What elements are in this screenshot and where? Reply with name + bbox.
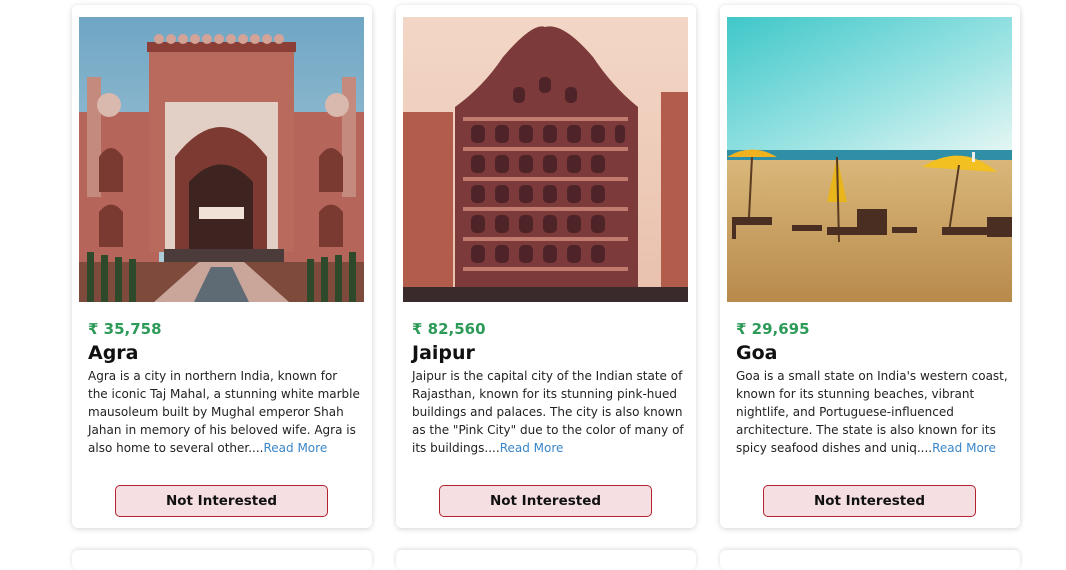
destination-description: Goa is a small state on India's western … — [736, 367, 1008, 457]
destination-description: Agra is a city in northern India, known … — [88, 367, 360, 457]
next-row-card — [396, 550, 696, 570]
read-more-link[interactable]: Read More — [263, 441, 327, 455]
next-row-card — [720, 550, 1020, 570]
read-more-link[interactable]: Read More — [932, 441, 996, 455]
goa-beach-photo — [727, 17, 1012, 302]
agra-photo — [79, 17, 364, 302]
price-label: ₹ 29,695 — [736, 320, 810, 338]
jaipur-palace-photo — [403, 17, 688, 302]
destination-description: Jaipur is the capital city of the Indian… — [412, 367, 684, 457]
not-interested-button[interactable]: Not Interested — [439, 485, 652, 517]
jaipur-photo — [403, 17, 688, 302]
destination-card-agra: ₹ 35,758 Agra Agra is a city in northern… — [72, 5, 372, 528]
destination-card-jaipur: ₹ 82,560 Jaipur Jaipur is the capital ci… — [396, 5, 696, 528]
goa-photo — [727, 17, 1012, 302]
not-interested-button[interactable]: Not Interested — [763, 485, 976, 517]
agra-monument-photo — [79, 17, 364, 302]
destination-name: Agra — [88, 342, 139, 364]
next-row-card — [72, 550, 372, 570]
price-label: ₹ 82,560 — [412, 320, 486, 338]
destination-name: Goa — [736, 342, 778, 364]
destination-name: Jaipur — [412, 342, 475, 364]
read-more-link[interactable]: Read More — [500, 441, 564, 455]
not-interested-button[interactable]: Not Interested — [115, 485, 328, 517]
price-label: ₹ 35,758 — [88, 320, 162, 338]
destination-card-goa: ₹ 29,695 Goa Goa is a small state on Ind… — [720, 5, 1020, 528]
